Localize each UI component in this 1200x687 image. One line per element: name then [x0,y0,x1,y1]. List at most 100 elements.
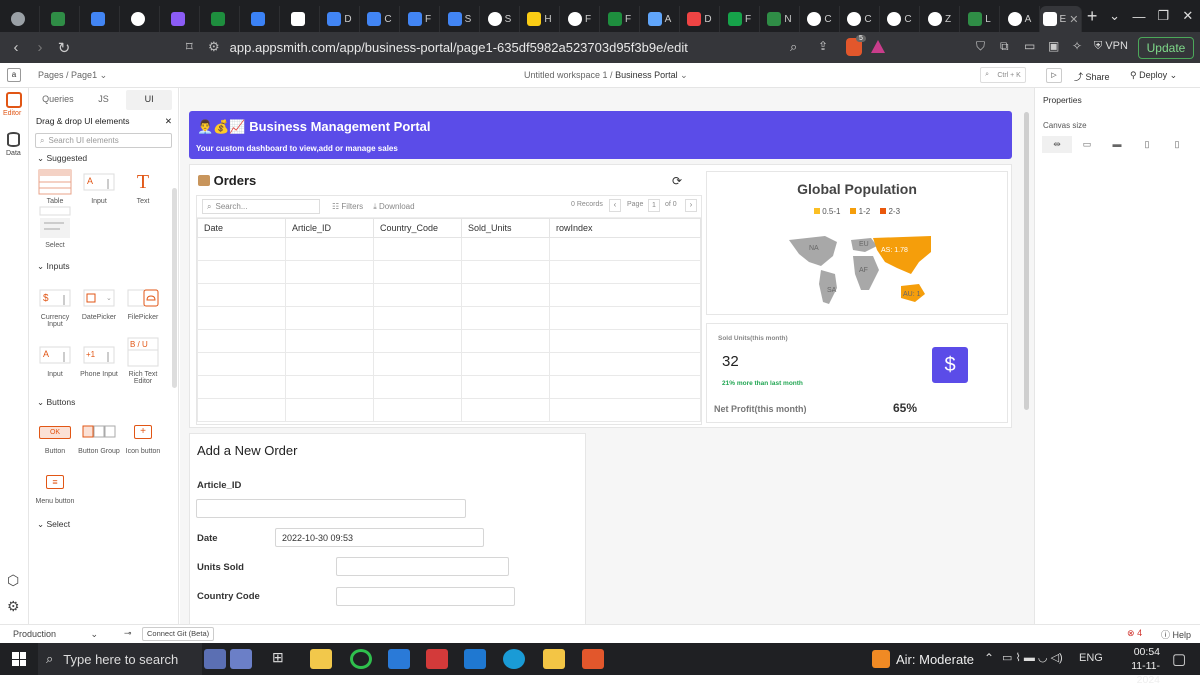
table-row[interactable] [197,329,701,353]
browser-tab[interactable]: D [320,6,360,32]
filters-button[interactable]: ☷ Filters [332,202,363,211]
browser-tab[interactable]: F [720,6,760,32]
table-cell[interactable] [373,306,462,330]
page-number-input[interactable]: 1 [648,199,660,212]
desktop-icon[interactable]: ▭ [1072,136,1102,153]
table-row[interactable] [197,352,701,376]
vpn-button[interactable]: ⛨ VPN [1094,40,1128,53]
errors-badge[interactable]: ⊗ 4 [1127,628,1142,639]
mobile-icon[interactable]: ▯ [1162,136,1192,153]
notification-icon[interactable]: ▢ [1172,650,1186,668]
widget-text[interactable]: T Text [121,169,165,206]
browser-tab[interactable]: F [600,6,640,32]
widget-table[interactable]: Table [33,169,77,205]
table-row[interactable] [197,283,701,307]
edge-icon[interactable] [503,649,525,669]
deploy-button[interactable]: ⚲ Deploy ⌄ [1130,70,1177,81]
app-green-icon[interactable] [350,649,372,669]
table-cell[interactable] [197,352,286,376]
browser-tab[interactable]: C [840,6,880,32]
widget-icon-button[interactable]: + Icon button [121,419,165,455]
browser-tab[interactable]: D [680,6,720,32]
widget-button[interactable]: OK Button [33,419,77,455]
table-cell[interactable] [373,352,462,376]
section-select[interactable]: ⌄ Select [37,517,178,531]
connect-git-button[interactable]: Connect Git (Beta) [142,627,215,641]
browser-tab[interactable] [280,6,320,32]
table-cell[interactable] [285,306,374,330]
column-header[interactable]: Article_ID [285,218,374,238]
table-row[interactable] [197,306,701,330]
widget-select[interactable]: Select [33,206,77,249]
mail-icon[interactable] [464,649,486,669]
prev-page-icon[interactable]: ‹ [609,199,621,212]
browser-tab[interactable]: C [880,6,920,32]
close-icon[interactable]: ✕ [165,116,172,127]
stats-widget[interactable]: Sold Units(this month) 32 21% more than … [706,323,1008,423]
date-input[interactable]: 2022-10-30 09:53 [275,528,484,547]
table-cell[interactable] [285,329,374,353]
table-cell[interactable] [461,329,550,353]
browser-tab[interactable]: E ✕ [1040,6,1082,32]
share-icon[interactable]: ⇪ [818,39,828,53]
update-button[interactable]: Update [1138,37,1194,59]
table-cell[interactable] [549,306,701,330]
widget-phone-input[interactable]: +1 Phone Input [77,342,121,385]
table-cell[interactable] [197,398,286,422]
table-cell[interactable] [549,283,701,307]
table-cell[interactable] [461,398,550,422]
browser-tab[interactable]: L [960,6,1000,32]
next-page-icon[interactable]: › [685,199,697,212]
column-header[interactable]: Country_Code [373,218,462,238]
wallet-icon[interactable]: ▣ [1048,39,1059,53]
table-cell[interactable] [197,329,286,353]
widget-search-input[interactable]: ⌕ Search UI elements [35,133,172,148]
tab-queries[interactable]: Queries [35,90,81,110]
satellite-icon[interactable] [230,649,252,669]
share-button[interactable]: ⤴ Share [1074,70,1110,83]
minimize-icon[interactable]: — [1127,9,1151,24]
column-header[interactable]: Date [197,218,286,238]
taskbar-search[interactable]: ⌕ Type here to search [38,643,202,675]
table-cell[interactable] [461,260,550,284]
zoom-search-icon[interactable]: ⌕ [790,39,797,55]
shield-icon[interactable]: ⛉ [976,39,985,54]
app-red-icon[interactable] [426,649,448,669]
database-icon[interactable] [7,132,20,147]
browser-tab[interactable]: F [400,6,440,32]
browser-tab[interactable] [120,6,160,32]
table-cell[interactable] [549,398,701,422]
breadcrumb[interactable]: Pages / Page1 ⌄ [38,70,107,81]
appsmith-logo-icon[interactable]: a [7,68,21,82]
environment-select[interactable]: Production ⌄ [13,629,98,640]
table-row[interactable] [197,375,701,399]
weather-text[interactable]: Air: Moderate [896,652,974,667]
url-field[interactable]: ⚙ app.appsmith.com/app/business-portal/p… [208,35,868,59]
language-indicator[interactable]: ENG [1079,652,1103,664]
table-row[interactable] [197,260,701,284]
widget-input[interactable]: A Input [77,169,121,205]
browser-tab[interactable]: S [480,6,520,32]
tab-search-icon[interactable]: ⌄ [1102,8,1126,24]
browser-tab[interactable] [80,6,120,32]
table-row[interactable] [197,398,701,422]
tablet-icon[interactable]: ▯ [1132,136,1162,153]
country-code-input[interactable] [336,587,515,606]
table-cell[interactable] [373,283,462,307]
browser-tab[interactable]: C [360,6,400,32]
task-view-icon[interactable]: ⊞ [272,649,294,669]
widget-datepicker[interactable]: ⌄ DatePicker [77,285,121,328]
table-cell[interactable] [461,283,550,307]
browser-tab[interactable]: S [440,6,480,32]
fluid-icon[interactable]: ⇹ [1042,136,1072,153]
forward-icon[interactable]: › [28,39,52,56]
table-row[interactable] [197,237,701,261]
restore-icon[interactable]: ❐ [1151,8,1175,24]
sidebar-icon[interactable]: ▭ [1024,39,1035,53]
widget-currency-input[interactable]: $ Currency Input [33,285,77,328]
table-cell[interactable] [549,352,701,376]
table-cell[interactable] [373,237,462,261]
browser-tab[interactable]: A [1000,6,1040,32]
back-icon[interactable]: ‹ [4,39,28,56]
table-cell[interactable] [285,375,374,399]
